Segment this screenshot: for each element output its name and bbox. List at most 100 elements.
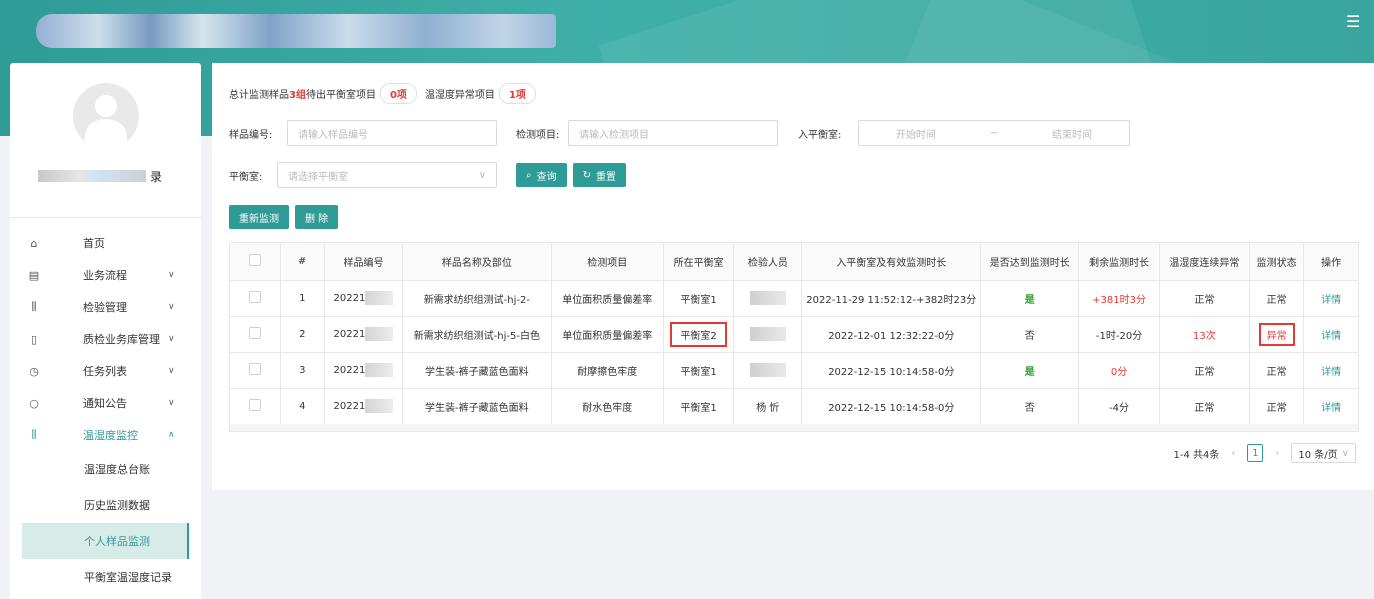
sidebar-item-label: 质检业务库管理 — [83, 333, 160, 346]
date-range-picker[interactable]: 开始时间 ~ 结束时间 — [858, 120, 1130, 146]
avatar[interactable] — [73, 83, 139, 149]
table-scrollbar[interactable] — [229, 424, 1359, 432]
column-header: 是否达到监测时长 — [980, 243, 1080, 281]
sample-no-input[interactable]: 请输入样品编号 — [287, 120, 497, 146]
next-page-icon[interactable]: › — [1269, 444, 1285, 462]
sidebar-item-task-list[interactable]: ◷ 任务列表 ∨ — [10, 355, 201, 387]
sidebar-item-home[interactable]: ⌂ 首页 — [10, 227, 201, 259]
table-row: 3 20221 学生装-裤子藏蓝色面料 耐摩擦色牢度 平衡室1 2022-12-… — [230, 352, 1358, 389]
sidebar-item-qc-library[interactable]: ▯ 质检业务库管理 ∨ — [10, 323, 201, 355]
test-item: 单位面积质量偏差率 — [551, 316, 665, 353]
end-date-placeholder: 结束时间 — [1052, 129, 1093, 141]
table-row: 2 20221 新需求纺织组测试-hj-5-白色 单位面积质量偏差率 平衡室2 … — [230, 316, 1358, 353]
sidebar-subitem-personal-monitor[interactable]: 个人样品监测 — [22, 523, 189, 559]
chevron-down-icon: ∨ — [168, 270, 175, 280]
checkbox[interactable] — [248, 398, 261, 411]
abnormal-count: 正常 — [1159, 388, 1251, 425]
checkbox[interactable] — [248, 253, 261, 266]
sidebar-item-inspection[interactable]: ⫼ 检验管理 ∨ — [10, 291, 201, 323]
sample-code-cell: 20221 — [324, 316, 404, 353]
sample-code: 20221 — [333, 329, 366, 340]
enter-time: 2022-12-15 10:14:58-0分 — [801, 388, 982, 425]
column-header: 所在平衡室 — [663, 243, 735, 281]
query-button[interactable]: ⌕ 查询 — [516, 163, 567, 187]
redacted — [749, 291, 786, 305]
details-link[interactable]: 详情 — [1321, 331, 1341, 342]
header-select-all[interactable] — [230, 243, 281, 281]
op-cell: 详情 — [1303, 280, 1358, 317]
abnormal-badge: 1项 — [498, 83, 536, 104]
remonitor-button[interactable]: 重新监测 — [229, 205, 289, 229]
remaining-time: -4分 — [1078, 388, 1160, 425]
row-select — [230, 316, 281, 353]
column-header: 剩余监测时长 — [1078, 243, 1160, 281]
sidebar-nav: ⌂ 首页 ▤ 业务流程 ∨ ⫼ 检验管理 ∨ ▯ 质检业务库管理 ∨ ◷ 任务列… — [10, 227, 201, 595]
redacted — [365, 327, 394, 341]
op-cell: 详情 — [1303, 352, 1358, 389]
row-index: 3 — [280, 352, 325, 389]
menu-list-icon[interactable]: ☰ — [1346, 14, 1364, 30]
sidebar-item-label: 温湿度监控 — [83, 429, 138, 442]
redacted — [749, 327, 786, 341]
inspector-cell — [733, 352, 803, 389]
chart-icon: ⫼ — [31, 300, 37, 313]
reached-flag: 是 — [980, 280, 1080, 317]
sidebar-subitem-ledger[interactable]: 温湿度总台账 — [10, 451, 201, 487]
pending-badge: 0项 — [379, 83, 417, 104]
redacted — [365, 399, 394, 413]
sidebar-item-label: 任务列表 — [83, 365, 127, 378]
enter-time: 2022-12-01 12:32:22-0分 — [801, 316, 982, 353]
monitor-status: 正常 — [1249, 352, 1305, 389]
chart-icon: ⫼ — [31, 428, 37, 441]
sample-code-cell: 20221 — [324, 352, 404, 389]
table-row: 1 20221 新需求纺织组测试-hj-2- 单位面积质量偏差率 平衡室1 20… — [230, 280, 1358, 317]
sidebar-subitem-history[interactable]: 历史监测数据 — [10, 487, 201, 523]
circle-icon: ○ — [29, 396, 39, 410]
page-size-select[interactable]: 10 条/页 ∨ — [1291, 443, 1356, 463]
sidebar-item-business-flow[interactable]: ▤ 业务流程 ∨ — [10, 259, 201, 291]
test-item: 单位面积质量偏差率 — [551, 280, 665, 317]
prev-page-icon[interactable]: ‹ — [1225, 444, 1241, 462]
username-tail: 录 — [150, 169, 163, 184]
sidebar-item-label: 通知公告 — [83, 397, 127, 410]
sample-name: 新需求纺织组测试-hj-5-白色 — [402, 316, 552, 353]
inspector-cell — [733, 280, 803, 317]
reset-button-label: 重置 — [596, 171, 616, 183]
sidebar-item-label: 首页 — [83, 237, 105, 250]
checkbox[interactable] — [248, 326, 261, 339]
page-number[interactable]: 1 — [1247, 444, 1264, 462]
room-label: 平衡室: — [229, 171, 263, 183]
reached-flag: 否 — [980, 316, 1080, 353]
abnormal-count: 正常 — [1159, 280, 1251, 317]
sample-name: 新需求纺织组测试-hj-2- — [402, 280, 552, 317]
remaining-time: +381时3分 — [1078, 280, 1160, 317]
sample-code: 20221 — [333, 365, 366, 376]
column-header: 样品名称及部位 — [402, 243, 552, 281]
checkbox[interactable] — [248, 290, 261, 303]
refresh-icon: ↻ — [582, 169, 591, 181]
reset-button[interactable]: ↻ 重置 — [572, 163, 626, 187]
summary-bar: 总计监测样品 3组 待出平衡室项目 0项 温湿度异常项目 1项 — [229, 83, 544, 104]
sample-code-cell: 20221 — [324, 280, 404, 317]
op-cell: 详情 — [1303, 388, 1358, 425]
checkbox[interactable] — [248, 362, 261, 375]
room-select[interactable]: 请选择平衡室 ∨ — [277, 162, 497, 188]
test-item: 耐水色牢度 — [551, 388, 665, 425]
sidebar-item-humidity-monitor[interactable]: ⫼ 温湿度监控 ∧ — [10, 419, 201, 451]
row-select — [230, 352, 281, 389]
details-link[interactable]: 详情 — [1321, 367, 1341, 378]
sidebar-item-notices[interactable]: ○ 通知公告 ∨ — [10, 387, 201, 419]
page-size-label: 10 条/页 — [1298, 449, 1338, 461]
sidebar-subitem-room-records[interactable]: 平衡室温湿度记录 — [10, 559, 201, 595]
delete-button[interactable]: 删 除 — [295, 205, 339, 229]
range-separator: ~ — [989, 127, 999, 139]
room-highlighted: 平衡室2 — [670, 321, 727, 347]
home-icon: ⌂ — [30, 236, 38, 250]
details-link[interactable]: 详情 — [1321, 295, 1341, 306]
op-cell: 详情 — [1303, 316, 1358, 353]
redacted — [365, 363, 394, 377]
details-link[interactable]: 详情 — [1321, 403, 1341, 414]
pagination: 1-4 共4条 ‹ 1 › 10 条/页 ∨ — [1174, 443, 1356, 463]
chevron-down-icon: ∨ — [168, 366, 175, 376]
test-item-input[interactable]: 请输入检测项目 — [568, 120, 778, 146]
